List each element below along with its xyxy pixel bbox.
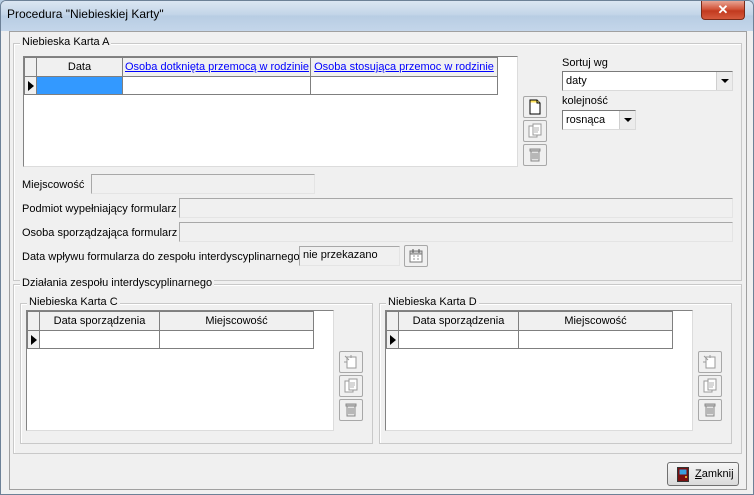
- close-button-label: Zamknij: [695, 468, 734, 480]
- miejscowosc-label: Miejscowość: [22, 179, 85, 191]
- dialog-window: Procedura "Niebieskiej Karty" ✕ Niebiesk…: [0, 0, 754, 495]
- chevron-down-icon[interactable]: [619, 111, 635, 129]
- data-wplywu-label: Data wpływu formularza do zespołu interd…: [22, 251, 300, 263]
- karta-c-grid[interactable]: Data sporządzenia Miejscowość: [26, 310, 334, 431]
- sort-by-select[interactable]: daty: [562, 71, 733, 91]
- karta-d-grid[interactable]: Data sporządzenia Miejscowość: [385, 310, 693, 431]
- karta-a-grid[interactable]: Data Osoba dotknięta przemocą w rodzinie…: [23, 56, 518, 167]
- karta-d-legend: Niebieska Karta D: [386, 296, 479, 308]
- current-row-indicator: [27, 330, 40, 349]
- column-header-osoba-dotknieta[interactable]: Osoba dotknięta przemocą w rodzinie: [122, 57, 311, 77]
- sort-label: Sortuj wg: [562, 57, 608, 69]
- trash-icon: [345, 403, 357, 417]
- table-row[interactable]: [27, 330, 314, 349]
- karta-d-table: Data sporządzenia Miejscowość: [386, 311, 673, 349]
- table-cell[interactable]: [39, 330, 160, 349]
- osoba-sporzadzajaca-label: Osoba sporządzająca formularz: [22, 227, 178, 239]
- column-header-data-sporzadzenia[interactable]: Data sporządzenia: [398, 311, 519, 331]
- dzialania-group: Działania zespołu interdyscyplinarnego N…: [13, 277, 742, 454]
- row-indicator-header: [386, 311, 399, 331]
- close-button[interactable]: Zamknij: [667, 462, 739, 486]
- karta-a-header-row: Data Osoba dotknięta przemocą w rodzinie…: [24, 57, 498, 77]
- row-indicator-header: [24, 57, 37, 77]
- table-cell[interactable]: [36, 76, 123, 95]
- karta-a-group: Niebieska Karta A Data Osoba dotknięta p…: [13, 36, 742, 281]
- trash-icon: [529, 148, 541, 162]
- table-row[interactable]: [386, 330, 673, 349]
- chevron-down-icon[interactable]: [716, 72, 732, 90]
- column-header-miejscowosc[interactable]: Miejscowość: [518, 311, 673, 331]
- osoba-sporzadzajaca-field[interactable]: [179, 222, 733, 242]
- row-pointer-icon: [27, 80, 34, 91]
- karta-c-table: Data sporządzenia Miejscowość: [27, 311, 314, 349]
- table-cell[interactable]: [122, 76, 311, 95]
- karta-c-delete-button[interactable]: [339, 399, 363, 421]
- dialog-client-area: Niebieska Karta A Data Osoba dotknięta p…: [9, 31, 747, 490]
- karta-c-edit-button[interactable]: [339, 375, 363, 397]
- table-row[interactable]: [24, 76, 498, 95]
- table-cell[interactable]: [159, 330, 314, 349]
- karta-c-header-row: Data sporządzenia Miejscowość: [27, 311, 314, 331]
- new-document-icon: [344, 355, 357, 369]
- podmiot-label: Podmiot wypełniający formularz: [22, 203, 177, 215]
- row-pointer-icon: [30, 334, 37, 345]
- trash-icon: [704, 403, 716, 417]
- karta-c-group: Niebieska Karta C Data sporządzenia Miej…: [20, 296, 373, 444]
- edit-document-icon: [703, 378, 717, 393]
- column-header-osoba-stosujaca[interactable]: Osoba stosująca przemoc w rodzinie: [310, 57, 498, 77]
- current-row-indicator: [24, 76, 37, 95]
- order-value: rosnąca: [566, 114, 606, 126]
- window-title: Procedura "Niebieskiej Karty": [7, 7, 164, 21]
- karta-c-legend: Niebieska Karta C: [27, 296, 120, 308]
- edit-document-icon: [528, 123, 542, 138]
- exit-door-icon: [677, 467, 689, 482]
- karta-a-edit-button[interactable]: [523, 120, 547, 142]
- row-pointer-icon: [389, 334, 396, 345]
- sort-by-value: daty: [566, 75, 587, 87]
- column-header-data[interactable]: Data: [36, 57, 123, 77]
- karta-a-legend: Niebieska Karta A: [20, 36, 112, 48]
- table-cell[interactable]: [518, 330, 673, 349]
- karta-a-table: Data Osoba dotknięta przemocą w rodzinie…: [24, 57, 498, 95]
- miejscowosc-field[interactable]: [91, 174, 315, 194]
- edit-document-icon: [344, 378, 358, 393]
- karta-a-add-button[interactable]: [523, 96, 547, 118]
- data-wplywu-field[interactable]: nie przekazano: [299, 246, 400, 266]
- window-close-button[interactable]: ✕: [701, 1, 745, 20]
- karta-d-delete-button[interactable]: [698, 399, 722, 421]
- karta-d-edit-button[interactable]: [698, 375, 722, 397]
- calendar-icon: [409, 249, 423, 263]
- order-select[interactable]: rosnąca: [562, 110, 636, 130]
- column-header-data-sporzadzenia[interactable]: Data sporządzenia: [39, 311, 160, 331]
- order-label: kolejność: [562, 95, 608, 107]
- podmiot-field[interactable]: [179, 198, 733, 218]
- karta-c-add-button[interactable]: [339, 351, 363, 373]
- karta-d-add-button[interactable]: [698, 351, 722, 373]
- new-document-icon: [529, 99, 541, 115]
- calendar-button[interactable]: [404, 245, 428, 267]
- current-row-indicator: [386, 330, 399, 349]
- column-header-miejscowosc[interactable]: Miejscowość: [159, 311, 314, 331]
- karta-d-group: Niebieska Karta D Data sporządzenia Miej…: [379, 296, 732, 444]
- title-bar[interactable]: Procedura "Niebieskiej Karty" ✕: [1, 1, 753, 31]
- table-cell[interactable]: [310, 76, 498, 95]
- row-indicator-header: [27, 311, 40, 331]
- karta-a-delete-button[interactable]: [523, 144, 547, 166]
- dzialania-legend: Działania zespołu interdyscyplinarnego: [20, 277, 215, 289]
- karta-d-header-row: Data sporządzenia Miejscowość: [386, 311, 673, 331]
- new-document-icon: [703, 355, 716, 369]
- table-cell[interactable]: [398, 330, 519, 349]
